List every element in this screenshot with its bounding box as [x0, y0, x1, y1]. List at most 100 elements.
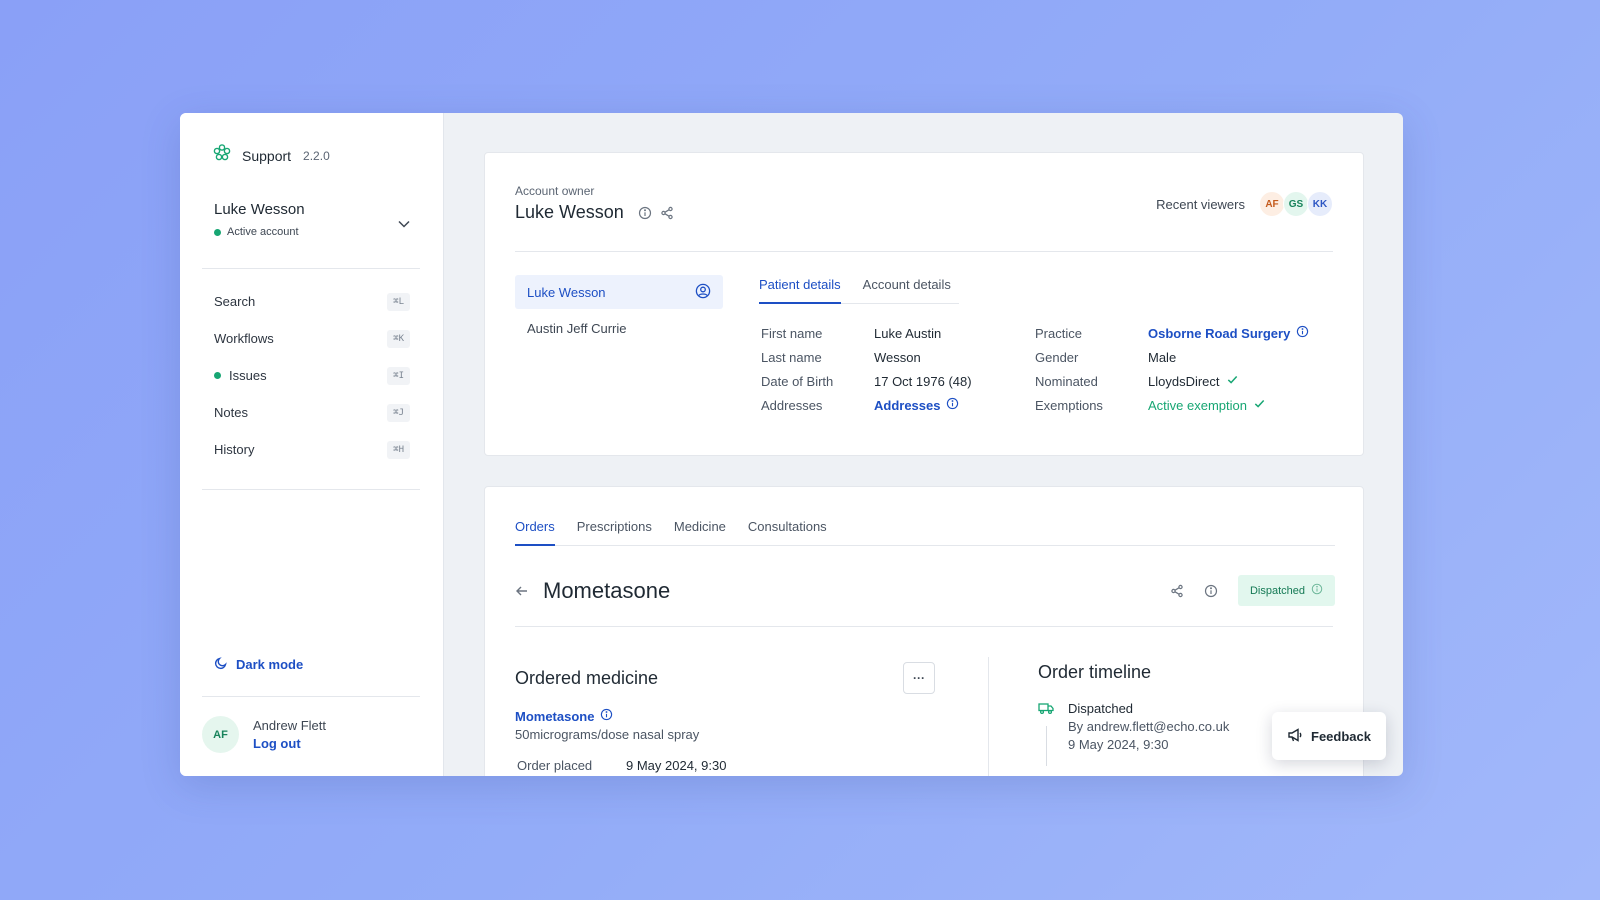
info-icon[interactable] — [600, 708, 613, 724]
detail-value: Wesson — [874, 349, 921, 365]
logout-link[interactable]: Log out — [253, 736, 326, 751]
owner-name-row: Luke Wesson — [515, 202, 674, 223]
patient-details-left: First name Luke Austin Last name Wesson … — [761, 321, 972, 417]
status-badge: Dispatched — [1237, 575, 1335, 606]
shortcut-badge: ⌘I — [387, 366, 410, 385]
detail-row: Practice Osborne Road Surgery — [1035, 321, 1309, 345]
tab-patient-details[interactable]: Patient details — [759, 277, 841, 304]
medicine-link[interactable]: Mometasone — [515, 708, 935, 724]
user-panel: AF Andrew Flett Log out — [202, 716, 326, 753]
section-title: Order timeline — [1038, 662, 1152, 682]
sidebar-item-search[interactable]: Search ⌘L — [202, 283, 410, 320]
feedback-label: Feedback — [1311, 728, 1371, 744]
share-icon[interactable] — [660, 206, 674, 220]
tab-consultations[interactable]: Consultations — [748, 519, 827, 545]
user-circle-icon — [695, 283, 711, 302]
exemptions-value: Active exemption — [1148, 397, 1247, 413]
check-icon — [1226, 373, 1239, 389]
info-icon[interactable] — [638, 206, 652, 220]
app-version: 2.2.0 — [303, 148, 330, 163]
ordered-medicine-section: Ordered medicine ··· Mometasone 50microg… — [515, 662, 935, 773]
detail-row: Addresses Addresses — [761, 393, 972, 417]
account-status: Active account — [214, 226, 410, 238]
account-card: Account owner Luke Wesson Recent viewers… — [484, 152, 1364, 456]
sidebar: Support 2.2.0 Luke Wesson Active account… — [180, 113, 444, 776]
share-icon[interactable] — [1170, 584, 1184, 598]
avatar[interactable]: KK — [1307, 191, 1333, 217]
orders-card: Orders Prescriptions Medicine Consultati… — [484, 486, 1364, 776]
avatar[interactable]: GS — [1283, 191, 1309, 217]
sidebar-divider — [202, 489, 420, 490]
arrow-left-icon[interactable] — [515, 584, 529, 598]
addresses-link-label: Addresses — [874, 397, 941, 413]
viewers-label: Recent viewers — [1156, 196, 1245, 212]
recent-viewers: Recent viewers AF GS KK — [1156, 191, 1333, 217]
nominated-value: LloydsDirect — [1148, 373, 1220, 389]
sidebar-item-notes[interactable]: Notes ⌘J — [202, 394, 410, 431]
person-list: Luke Wesson Austin Jeff Currie — [515, 275, 723, 347]
avatar[interactable]: AF — [1259, 191, 1285, 217]
detail-row: Last name Wesson — [761, 345, 972, 369]
info-icon — [1311, 583, 1323, 598]
feedback-button[interactable]: Feedback — [1272, 712, 1386, 760]
detail-value: 17 Oct 1976 (48) — [874, 373, 972, 389]
more-options-button[interactable]: ··· — [903, 662, 935, 694]
person-name: Austin Jeff Currie — [527, 320, 627, 336]
app-window: Support 2.2.0 Luke Wesson Active account… — [180, 113, 1403, 776]
timeline-event-title: Dispatched — [1068, 701, 1134, 716]
info-icon[interactable] — [1204, 584, 1218, 598]
detail-row: Exemptions Active exemption — [1035, 393, 1309, 417]
info-icon[interactable] — [1296, 325, 1309, 341]
sidebar-item-workflows[interactable]: Workflows ⌘K — [202, 320, 410, 357]
sidebar-nav: Search ⌘L Workflows ⌘K Issues ⌘I Notes ⌘… — [202, 283, 410, 468]
card-divider — [515, 251, 1333, 252]
status-badge-label: Dispatched — [1249, 584, 1305, 597]
patient-details-right: Practice Osborne Road Surgery Gender Mal… — [1035, 321, 1309, 417]
chevron-down-icon[interactable] — [398, 215, 410, 233]
sidebar-item-label: Issues — [229, 368, 267, 383]
timeline-event-by: By andrew.flett@echo.co.uk — [1068, 719, 1230, 734]
order-title-row: Mometasone — [515, 578, 670, 604]
order-actions: Dispatched — [1170, 575, 1335, 606]
detail-label: Last name — [761, 349, 822, 365]
detail-value: 9 May 2024, 9:30 — [626, 758, 727, 773]
tab-medicine[interactable]: Medicine — [674, 519, 726, 545]
dark-mode-toggle[interactable]: Dark mode — [214, 656, 303, 673]
tab-orders[interactable]: Orders — [515, 519, 555, 546]
sidebar-divider — [202, 696, 420, 697]
dark-mode-label: Dark mode — [236, 657, 304, 672]
shortcut-badge: ⌘K — [387, 329, 410, 348]
detail-row: Date of Birth 17 Oct 1976 (48) — [761, 369, 972, 393]
account-name: Luke Wesson — [214, 201, 305, 218]
check-icon — [1253, 397, 1266, 413]
detail-label: Exemptions — [1035, 397, 1103, 413]
ordered-medicine-header: Ordered medicine ··· — [515, 662, 935, 694]
detail-label: Order placed — [517, 758, 593, 773]
medicine-description: 50micrograms/dose nasal spray — [515, 727, 700, 742]
megaphone-icon — [1287, 727, 1303, 746]
account-switcher[interactable]: Luke Wesson Active account — [214, 201, 410, 238]
sidebar-item-history[interactable]: History ⌘H — [202, 431, 410, 468]
tab-account-details[interactable]: Account details — [863, 277, 951, 303]
sidebar-item-label-wrap: Issues — [214, 368, 267, 383]
person-item-austin-jeff-currie[interactable]: Austin Jeff Currie — [515, 311, 723, 345]
detail-value: Active exemption — [1148, 397, 1266, 413]
status-dot-icon — [214, 228, 221, 236]
sidebar-divider — [202, 268, 420, 269]
detail-label: Addresses — [761, 397, 823, 413]
app-name: Support — [242, 147, 292, 164]
person-item-luke-wesson[interactable]: Luke Wesson — [515, 275, 723, 309]
tab-prescriptions[interactable]: Prescriptions — [577, 519, 652, 545]
info-icon[interactable] — [946, 397, 959, 413]
practice-link[interactable]: Osborne Road Surgery — [1148, 325, 1309, 341]
detail-value: Male — [1148, 349, 1177, 365]
timeline-event-time: 9 May 2024, 9:30 — [1068, 737, 1169, 752]
order-placed-row: Order placed 9 May 2024, 9:30 — [515, 758, 935, 773]
medicine-name: Mometasone — [515, 708, 595, 724]
sidebar-item-issues[interactable]: Issues ⌘I — [202, 357, 410, 394]
sidebar-item-label: Search — [214, 294, 256, 309]
detail-label: Gender — [1035, 349, 1079, 365]
addresses-link[interactable]: Addresses — [874, 397, 959, 413]
sidebar-item-label: Workflows — [214, 331, 274, 346]
timeline-marker — [1038, 701, 1054, 766]
